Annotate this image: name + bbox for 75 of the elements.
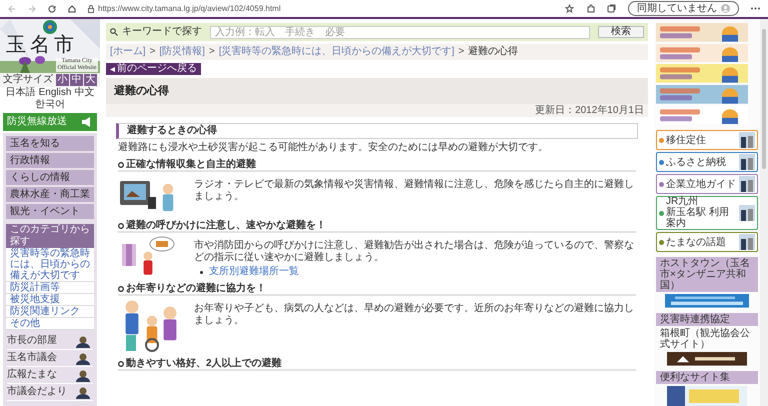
category-link[interactable]: 被災地支援	[6, 294, 94, 306]
circle-bullet-icon	[118, 162, 124, 168]
link-caption: 箱根町（観光協会公式サイト）	[659, 328, 751, 350]
language-link[interactable]: 中文	[74, 87, 94, 99]
lock-icon	[88, 4, 94, 12]
circle-bullet-icon	[118, 360, 124, 366]
topic-heading: 正確な情報収集と自主的避難	[126, 158, 256, 170]
nav-item[interactable]: 観光・イベント	[6, 204, 94, 219]
radio-broadcast-button[interactable]: 防災無線放送	[3, 113, 97, 131]
topic-heading: 動きやすい格好、2人以上での避難	[126, 358, 282, 370]
language-link[interactable]: English	[38, 87, 72, 99]
more-icon[interactable]	[751, 7, 760, 10]
category-link[interactable]: その他	[6, 318, 94, 330]
search-field[interactable]: 入力例：転入 手続き 必要	[210, 26, 590, 38]
topic-text: お年寄りや子ども、病気の人などは、早めの避難が必要です。近所のお年寄りなどの避難に協力しましょう。	[194, 303, 635, 327]
site-logo-title: 玉名市	[6, 34, 78, 56]
quick-link[interactable]: 企業立地ガイド	[656, 174, 758, 194]
language-link[interactable]: 日本語	[6, 87, 36, 99]
address-bar[interactable]: https://www.city.tamana.lg.jp/q/aview/102/4059.html	[98, 2, 281, 14]
home-icon[interactable]	[68, 4, 76, 12]
circle-bullet-icon	[118, 286, 124, 292]
topic-heading: 避難の呼びかけに注意し、速やかな避難を！	[126, 220, 326, 232]
sidebar-heading: 便利なサイト集	[656, 370, 758, 384]
quick-link[interactable]: たまなの話題	[656, 232, 758, 252]
category-heading: このカテゴリから探す	[6, 224, 94, 248]
sidebar-heading: 災害時連携協定	[656, 313, 758, 326]
triangle-icon	[110, 66, 115, 72]
sidebar-banner-link[interactable]: 市長の部屋	[7, 333, 93, 350]
speaker-icon	[81, 117, 93, 127]
updated-date: 更新日：2012年10月1日	[535, 104, 644, 117]
quick-link[interactable]: 移住定住	[656, 130, 758, 150]
section-heading: 避難するときの心得	[127, 125, 217, 137]
category-link[interactable]: 防災計画等	[6, 282, 94, 294]
topic-text: 市や消防団からの呼びかけに注意し、避難勧告が出された場合は、危険が迫っているので、警察などの指示に従い速やかに避難しましょう。	[194, 240, 635, 264]
topic-text: ラジオ・テレビで最新の気象情報や災害情報、避難情報に注意し、危険を感じたら自主的に避難しましょう。	[194, 179, 635, 203]
page-title: 避難の心得	[114, 85, 169, 97]
category-link[interactable]: 防災関連リンク	[6, 306, 94, 318]
breadcrumb-link[interactable]: [ホーム]	[110, 46, 146, 58]
intro-text: 避難路にも浸水や土砂災害が起こる可能性があります。安全のためには早めの避難が大切です。	[118, 142, 549, 154]
sync-button[interactable]: 同期していません	[628, 1, 739, 16]
search-label: キーワードで探す	[122, 26, 202, 38]
back-button[interactable]: 前のページへ戻る	[106, 63, 201, 75]
search-button[interactable]: 検索	[598, 26, 644, 38]
sidebar-heading: ホストタウン（玉名市×タンザニア共和国）	[656, 257, 758, 292]
nav-item[interactable]: くらしの情報	[6, 170, 94, 185]
bullet-icon	[200, 270, 203, 274]
circle-bullet-icon	[118, 222, 124, 228]
favorites-icon[interactable]	[565, 4, 574, 13]
breadcrumb-link[interactable]: [災害時等の緊急時には、日頃からの備えが大切です]	[218, 46, 454, 58]
font-size-button[interactable]: 中	[70, 74, 83, 86]
breadcrumb-link[interactable]: [防災情報]	[159, 46, 205, 58]
refresh-icon[interactable]	[48, 4, 56, 12]
nav-item[interactable]: 行政情報	[6, 153, 94, 168]
nav-item[interactable]: 玉名を知る	[6, 136, 94, 151]
breadcrumb-separator: >	[458, 46, 464, 58]
font-size-button[interactable]: 大	[84, 74, 97, 86]
breadcrumb-current: 避難の心得	[468, 46, 518, 58]
breadcrumb-separator: >	[208, 46, 215, 58]
sidebar-banner-link[interactable]: 市議会だより	[7, 384, 93, 401]
sidebar-banner-link[interactable]: 玉名市議会	[7, 350, 93, 367]
quick-link[interactable]: ふるさと納税	[656, 152, 758, 172]
font-size-label: 文字サイズ	[3, 74, 53, 86]
profile-icon	[721, 4, 730, 13]
nav-item[interactable]: 農林水産・商工業	[6, 187, 94, 202]
search-icon	[110, 28, 118, 36]
font-size-button[interactable]: 小	[56, 74, 69, 86]
link[interactable]: 支所別避難場所一覧	[209, 266, 299, 278]
quick-link[interactable]: JR九州 新玉名駅 利用案内	[656, 196, 758, 230]
sidebar-banner-link[interactable]: 広報たまな	[7, 367, 93, 384]
topic-heading: お年寄りなどの避難に協力を！	[126, 282, 266, 294]
category-link[interactable]: 災害時等の緊急時には、日頃からの備えが大切です	[6, 248, 94, 282]
language-link[interactable]: 한국어	[35, 99, 65, 111]
breadcrumb-separator: >	[150, 46, 156, 58]
scrollbar-thumb[interactable]	[762, 29, 766, 169]
collections-icon[interactable]	[607, 4, 616, 13]
